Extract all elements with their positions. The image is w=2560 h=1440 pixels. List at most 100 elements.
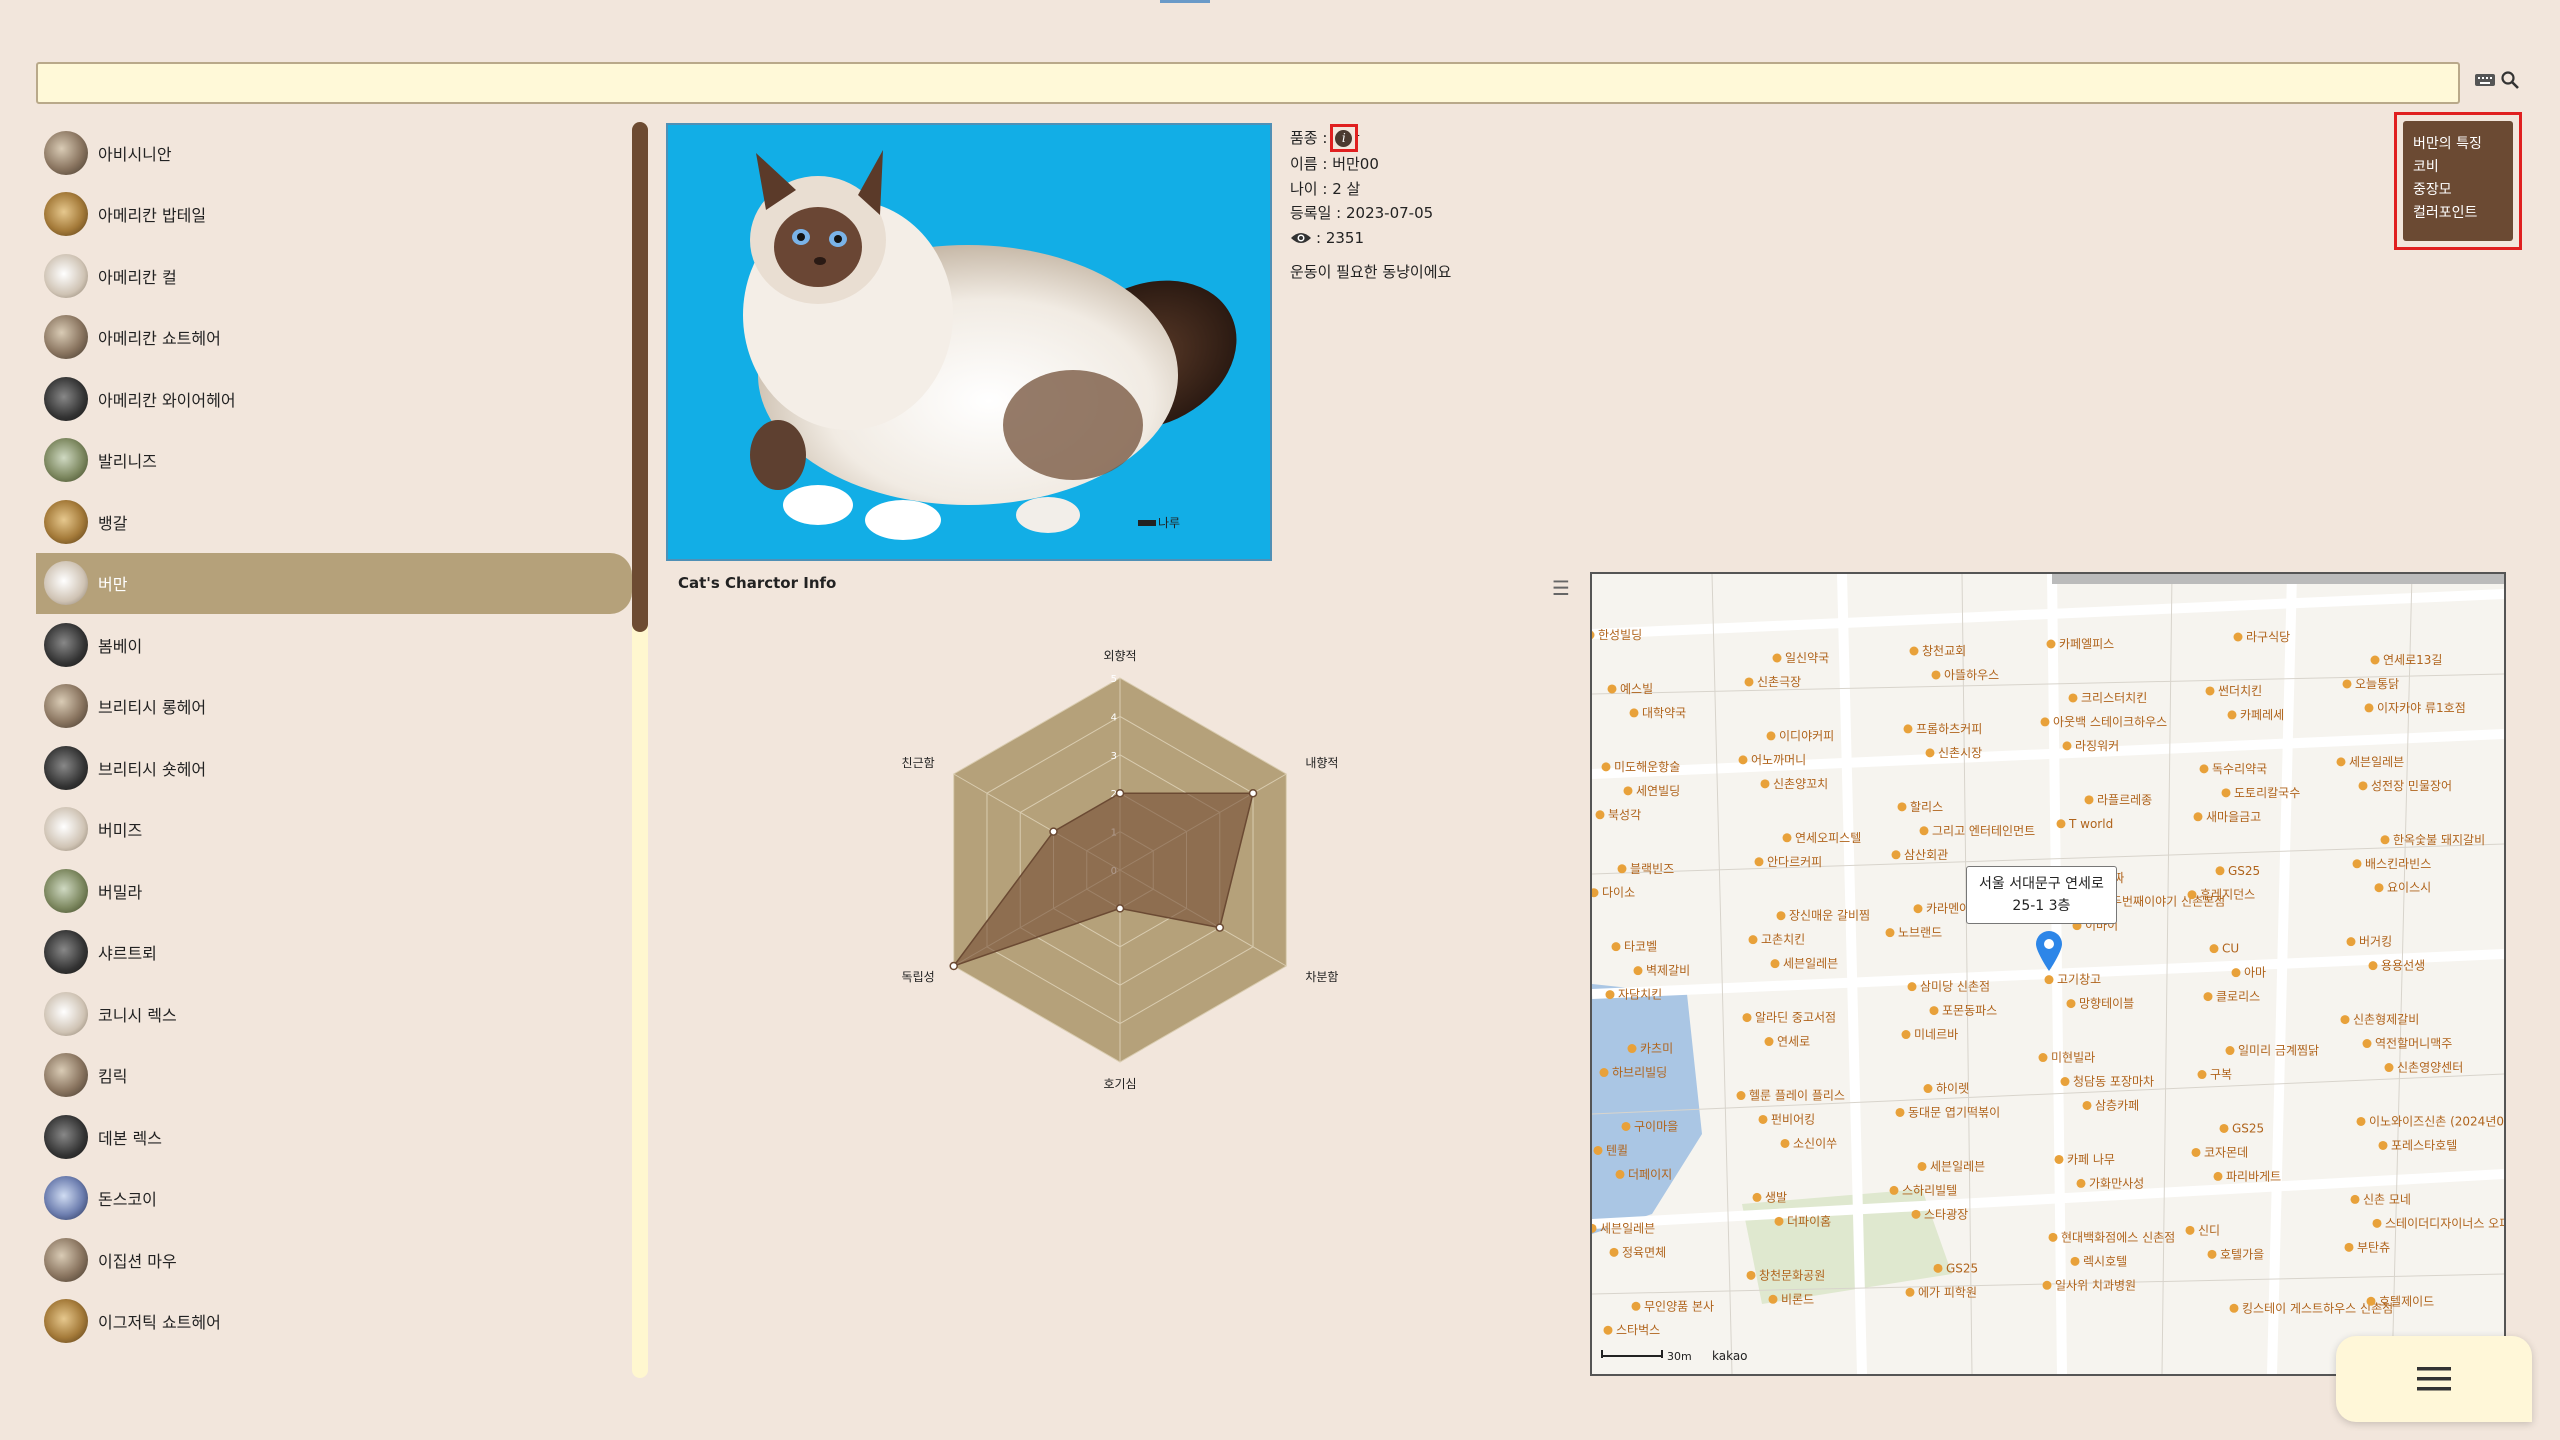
map-poi-icon[interactable] <box>1623 786 1633 796</box>
map-poi-icon[interactable] <box>2346 937 2356 947</box>
map-poi-icon[interactable] <box>1605 990 1615 1000</box>
map-poi-icon[interactable] <box>2233 632 2243 642</box>
map-poi-icon[interactable] <box>2219 1123 2229 1133</box>
map-poi-icon[interactable] <box>1772 653 1782 663</box>
map-poi-icon[interactable] <box>1621 1121 1631 1131</box>
breed-list-item[interactable]: 아비시니안 <box>36 122 632 184</box>
map-poi-icon[interactable] <box>2040 717 2050 727</box>
map-poi-icon[interactable] <box>2203 992 2213 1002</box>
map-poi-icon[interactable] <box>1615 1169 1625 1179</box>
map-poi-icon[interactable] <box>1633 966 1643 976</box>
map-poi-icon[interactable] <box>1629 708 1639 718</box>
map-poi-icon[interactable] <box>2358 781 2368 791</box>
map-poi-icon[interactable] <box>1929 1006 1939 1016</box>
map-poi-icon[interactable] <box>2340 1015 2350 1025</box>
breed-list-item[interactable]: 이그저틱 쇼트헤어 <box>36 1291 632 1353</box>
map-poi-icon[interactable] <box>1768 1294 1778 1304</box>
map-poi-icon[interactable] <box>1907 982 1917 992</box>
breed-list-item[interactable]: 버미즈 <box>36 799 632 861</box>
map-poi-icon[interactable] <box>2070 1256 2080 1266</box>
radar-data-point[interactable] <box>1248 788 1258 798</box>
map-poi-icon[interactable] <box>2207 1249 2217 1259</box>
map-poi-icon[interactable] <box>1913 904 1923 914</box>
map-poi-icon[interactable] <box>1746 1270 1756 1280</box>
map-poi-icon[interactable] <box>1923 1084 1933 1094</box>
map-poi-icon[interactable] <box>2048 1232 2058 1242</box>
breed-list-item[interactable]: 코니시 렉스 <box>36 983 632 1045</box>
map-poi-icon[interactable] <box>1776 911 1786 921</box>
map-poi-icon[interactable] <box>1758 1114 1768 1124</box>
map-poi-icon[interactable] <box>1925 748 1935 758</box>
search-input[interactable] <box>36 62 2460 104</box>
map-poi-icon[interactable] <box>2042 1280 2052 1290</box>
map-poi-icon[interactable] <box>2199 764 2209 774</box>
map-poi-icon[interactable] <box>2205 686 2215 696</box>
breed-list-item[interactable]: 아메리칸 쇼트헤어 <box>36 307 632 369</box>
map-poi-icon[interactable] <box>1889 1185 1899 1195</box>
map-poi-icon[interactable] <box>2044 975 2054 985</box>
breed-list-item[interactable]: 킴릭 <box>36 1045 632 1107</box>
map-poi-icon[interactable] <box>1601 762 1611 772</box>
breed-list-item[interactable]: 봄베이 <box>36 614 632 676</box>
map-poi-icon[interactable] <box>1885 928 1895 938</box>
breed-list-item[interactable]: 발리니즈 <box>36 430 632 492</box>
map-poi-icon[interactable] <box>1891 850 1901 860</box>
map-poi-icon[interactable] <box>2350 1194 2360 1204</box>
map-poi-icon[interactable] <box>2364 703 2374 713</box>
map-poi-icon[interactable] <box>1770 959 1780 969</box>
breed-list-item[interactable]: 브리티시 롱헤어 <box>36 676 632 738</box>
map-poi-icon[interactable] <box>2366 1296 2376 1306</box>
map-poi-icon[interactable] <box>2372 1218 2382 1228</box>
map-poi-icon[interactable] <box>1901 1030 1911 1040</box>
map-poi-icon[interactable] <box>1593 1145 1603 1155</box>
breed-list-item[interactable]: 뱅갈 <box>36 491 632 553</box>
map-poi-icon[interactable] <box>1744 677 1754 687</box>
map-poi-icon[interactable] <box>2221 788 2231 798</box>
breed-list-item[interactable]: 버만 <box>36 552 632 614</box>
map-poi-icon[interactable] <box>1782 833 1792 843</box>
map-poi-icon[interactable] <box>2370 655 2380 665</box>
search-icon[interactable] <box>2500 70 2520 90</box>
floating-menu-button[interactable] <box>2336 1336 2532 1422</box>
map-poi-icon[interactable] <box>1631 1301 1641 1311</box>
map-poi-icon[interactable] <box>2197 1070 2207 1080</box>
map-poi-icon[interactable] <box>1754 857 1764 867</box>
map-poi-icon[interactable] <box>1617 864 1627 874</box>
map-poi-icon[interactable] <box>2062 741 2072 751</box>
map-poi-icon[interactable] <box>1760 779 1770 789</box>
map-poi-icon[interactable] <box>2215 866 2225 876</box>
map-poi-icon[interactable] <box>2384 1063 2394 1073</box>
chart-menu-icon[interactable]: ☰ <box>1552 576 1570 600</box>
map-poi-icon[interactable] <box>2038 1053 2048 1063</box>
map-poi-icon[interactable] <box>2068 693 2078 703</box>
map-poi-icon[interactable] <box>1764 1037 1774 1047</box>
breed-list-item[interactable]: 버밀라 <box>36 860 632 922</box>
map-poi-icon[interactable] <box>1627 1044 1637 1054</box>
map-poi-icon[interactable] <box>1780 1138 1790 1148</box>
map-poi-icon[interactable] <box>2225 1046 2235 1056</box>
breed-list-item[interactable]: 아메리칸 와이어헤어 <box>36 368 632 430</box>
map-poi-icon[interactable] <box>2193 812 2203 822</box>
map-poi-icon[interactable] <box>2046 639 2056 649</box>
map-poi-icon[interactable] <box>2380 835 2390 845</box>
map-poi-icon[interactable] <box>1748 935 1758 945</box>
map-poi-icon[interactable] <box>1933 1263 1943 1273</box>
map-poi-icon[interactable] <box>2082 1100 2092 1110</box>
radar-data-point[interactable] <box>1049 827 1058 836</box>
map-poi-icon[interactable] <box>2229 1303 2239 1313</box>
map-poi-icon[interactable] <box>2356 1116 2366 1126</box>
map-poi-icon[interactable] <box>2352 859 2362 869</box>
map-poi-icon[interactable] <box>1611 942 1621 952</box>
map-poi-icon[interactable] <box>1599 1068 1609 1078</box>
map-poi-icon[interactable] <box>2227 710 2237 720</box>
map-poi-icon[interactable] <box>2344 1242 2354 1252</box>
map-poi-icon[interactable] <box>1752 1192 1762 1202</box>
map-poi-icon[interactable] <box>2336 757 2346 767</box>
map-poi-icon[interactable] <box>1595 810 1605 820</box>
map-poi-icon[interactable] <box>1609 1247 1619 1257</box>
map-poi-icon[interactable] <box>1909 646 1919 656</box>
map-poi-icon[interactable] <box>2056 819 2066 829</box>
map-poi-icon[interactable] <box>1603 1325 1613 1335</box>
map-poi-icon[interactable] <box>2213 1171 2223 1181</box>
radar-data-point[interactable] <box>949 961 958 971</box>
